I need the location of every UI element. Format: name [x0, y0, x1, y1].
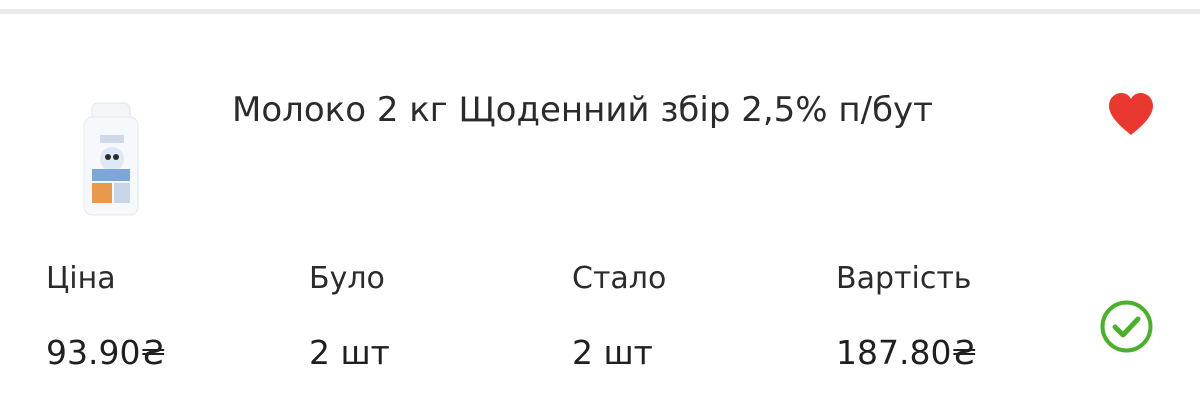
was-label: Було — [309, 261, 385, 296]
price-value: 93.90₴ — [46, 333, 167, 372]
check-circle-icon[interactable] — [1099, 299, 1154, 354]
product-title: Молоко 2 кг Щоденний збір 2,5% п/бут — [232, 90, 933, 130]
product-card: Молоко 2 кг Щоденний збір 2,5% п/бут Цін… — [0, 19, 1200, 414]
became-value: 2 шт — [572, 333, 653, 372]
was-value: 2 шт — [309, 333, 390, 372]
price-column: Ціна 93.90₴ — [46, 259, 166, 375]
became-column: Стало 2 шт — [572, 259, 666, 375]
total-value: 187.80₴ — [836, 333, 978, 372]
price-label: Ціна — [46, 261, 116, 296]
total-label: Вартість — [836, 261, 972, 296]
became-label: Стало — [572, 261, 667, 296]
total-column: Вартість 187.80₴ — [836, 259, 977, 375]
heart-icon[interactable] — [1106, 91, 1156, 137]
was-column: Було 2 шт — [309, 259, 390, 375]
product-image — [83, 102, 139, 216]
top-divider — [0, 0, 1200, 14]
